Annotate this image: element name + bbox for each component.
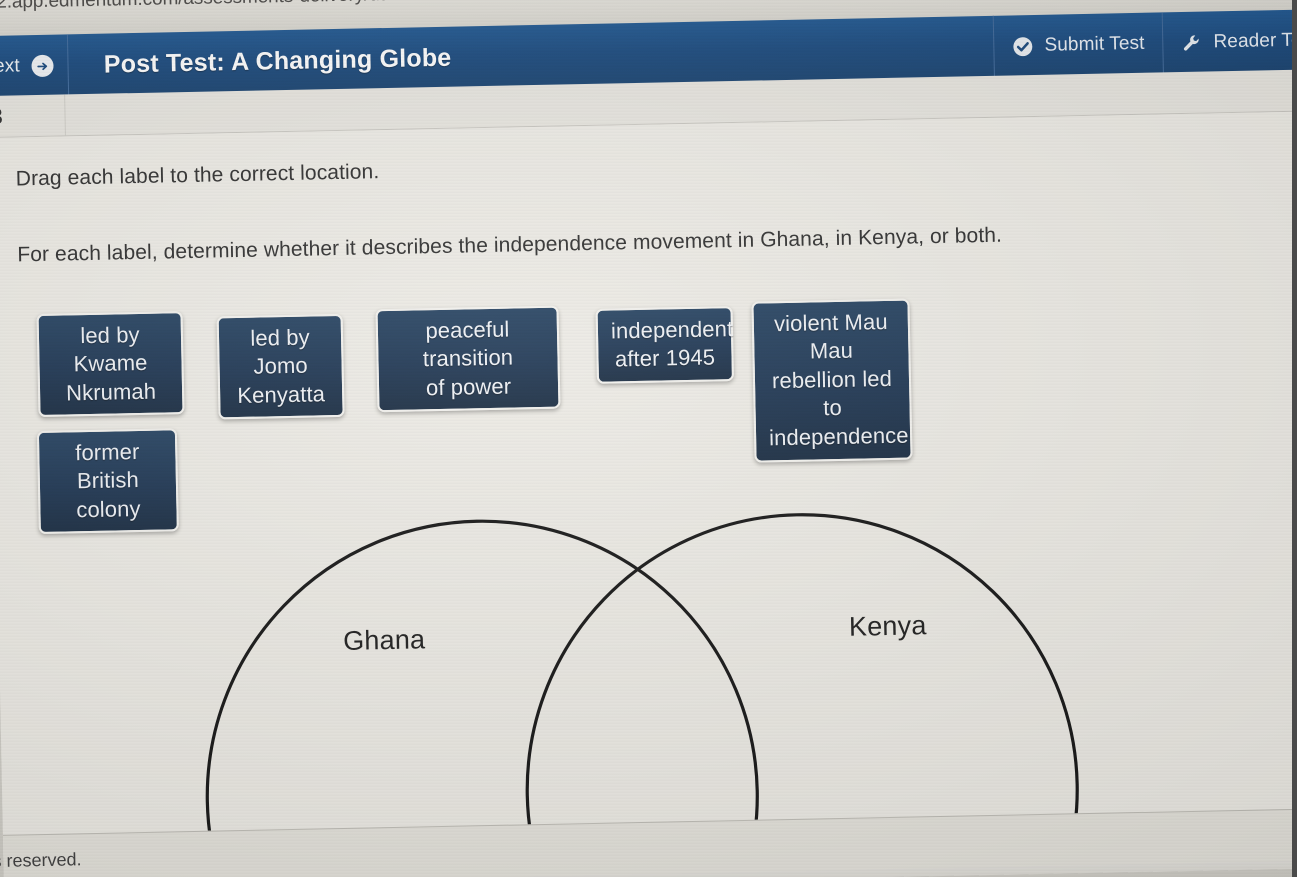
drag-label-tile[interactable]: led by Jomo Kenyatta [216,313,345,420]
drag-label-tile[interactable]: former British colony [36,427,179,535]
drag-label-tray: led by Kwame Nkrumah led by Jomo Kenyatta… [19,288,1297,535]
question-number: 3 [0,103,4,129]
next-button-label: lext [0,55,21,77]
instruction-secondary: For each label, determine whether it des… [17,224,1003,267]
strip-divider [64,93,67,136]
screen-photo: 2.app.edmentum.com/assessments-delivery/… [0,0,1297,877]
page-title: Post Test: A Changing Globe [103,43,452,79]
submit-test-label: Submit Test [1044,32,1145,56]
drag-label-tile[interactable]: led by Kwame Nkrumah [36,310,185,418]
venn-svg [202,509,1083,843]
reader-tools-button[interactable]: Reader Tools [1161,8,1297,75]
arrow-right-circle-icon [31,54,55,78]
instruction-primary: Drag each label to the correct location. [15,160,380,191]
submit-test-button[interactable]: Submit Test [992,12,1164,78]
next-button[interactable]: lext [0,34,70,98]
venn-label-ghana: Ghana [342,624,426,656]
monitor-bezel [1292,0,1297,877]
footer-copyright: nts reserved. [0,849,82,871]
question-content: Drag each label to the correct location.… [0,111,1297,858]
screen-surface: 2.app.edmentum.com/assessments-delivery/… [0,0,1297,877]
header-tools: Submit Test Reader Tools [992,8,1297,78]
venn-label-kenya: Kenya [848,610,927,642]
venn-diagram: Ghana Kenya [177,494,1103,843]
check-circle-icon [1012,35,1033,56]
venn-circle-kenya[interactable] [522,509,1083,843]
wrench-icon [1181,32,1202,53]
venn-circle-ghana[interactable] [202,516,763,843]
reader-tools-label: Reader Tools [1213,29,1297,53]
drag-label-tile[interactable]: violent Mau Mau rebellion led to indepen… [751,298,913,463]
drag-label-tile[interactable]: independent after 1945 [595,305,734,384]
drag-label-tile[interactable]: peaceful transition of power [375,305,561,413]
